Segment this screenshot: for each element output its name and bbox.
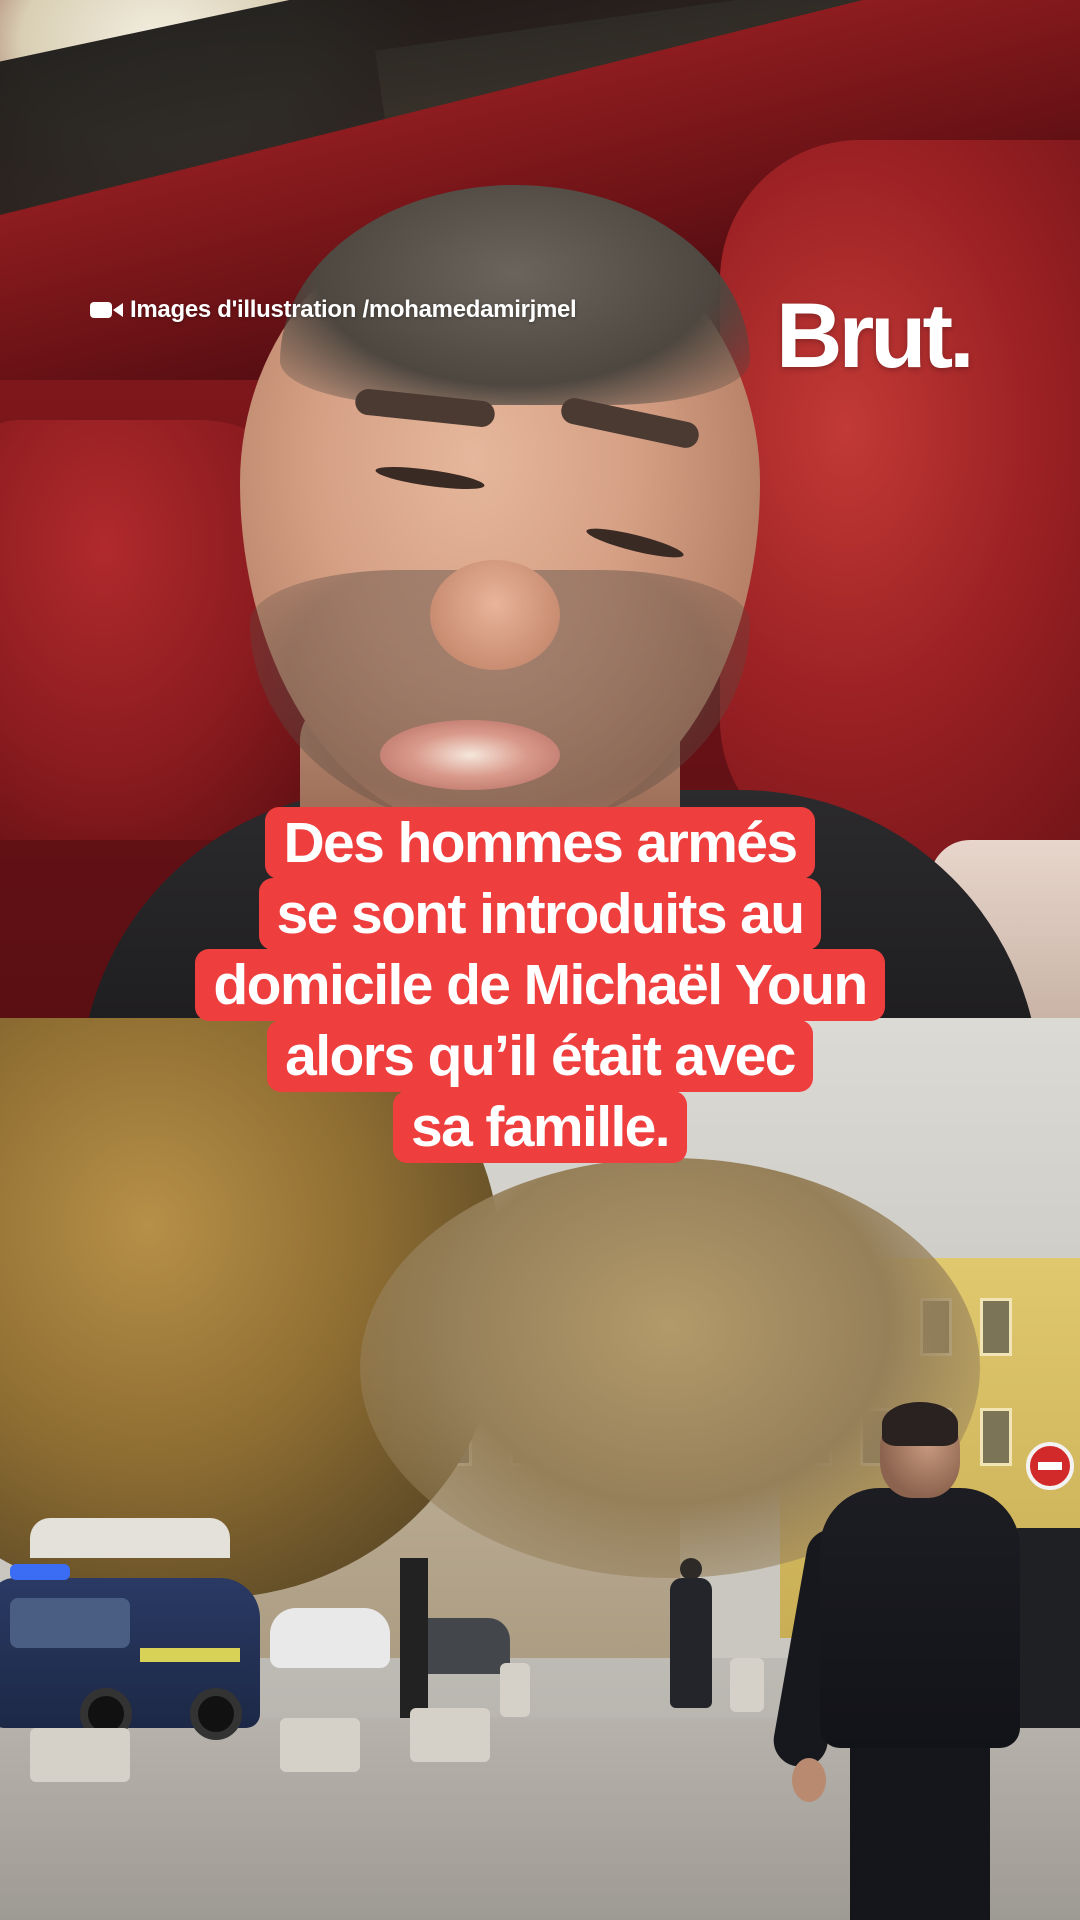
van-window	[10, 1598, 130, 1648]
window	[980, 1298, 1012, 1356]
caption-line: alors qu’il était avec	[267, 1020, 813, 1092]
caption-line: sa famille.	[392, 1091, 688, 1163]
caption-line: se sont introduits au	[258, 878, 822, 950]
brut-logo: Brut.	[776, 285, 975, 387]
bollard	[280, 1718, 360, 1772]
pedestrian-head	[680, 1558, 702, 1580]
van-stripe	[140, 1648, 240, 1662]
footage-credit: Images d'illustration /mohamedamirjmel	[90, 296, 577, 324]
bollard	[30, 1728, 130, 1782]
bollard	[410, 1708, 490, 1762]
pedestrian	[666, 1558, 716, 1708]
credit-text: Images d'illustration /mohamedamirjmel	[130, 296, 577, 323]
bollard	[500, 1663, 530, 1717]
white-car	[270, 1608, 390, 1668]
person-nose	[430, 560, 560, 670]
person-mouth	[380, 720, 560, 790]
pedestrian-body	[670, 1578, 712, 1708]
caption-line: Des hommes armés	[265, 807, 815, 879]
wheel	[190, 1688, 242, 1740]
red-cushion-right	[720, 140, 1080, 860]
video-frame[interactable]: Images d'illustration /mohamedamirjmel B…	[0, 0, 1080, 1920]
caption-line: domicile de Michaël Youn	[195, 949, 885, 1021]
officer-hair	[882, 1402, 958, 1446]
officer-legs	[850, 1738, 990, 1920]
gendarmerie-van	[0, 1564, 260, 1740]
caption: Des hommes armés se sont introduits au d…	[0, 807, 1080, 1163]
officer-torso	[820, 1488, 1020, 1748]
street-pole	[400, 1558, 428, 1718]
bollard	[730, 1658, 764, 1712]
video-camera-icon	[90, 300, 124, 320]
police-officer	[769, 1402, 1050, 1920]
shop-awning	[30, 1518, 230, 1558]
officer-hand	[792, 1758, 826, 1802]
siren-light	[10, 1564, 70, 1580]
